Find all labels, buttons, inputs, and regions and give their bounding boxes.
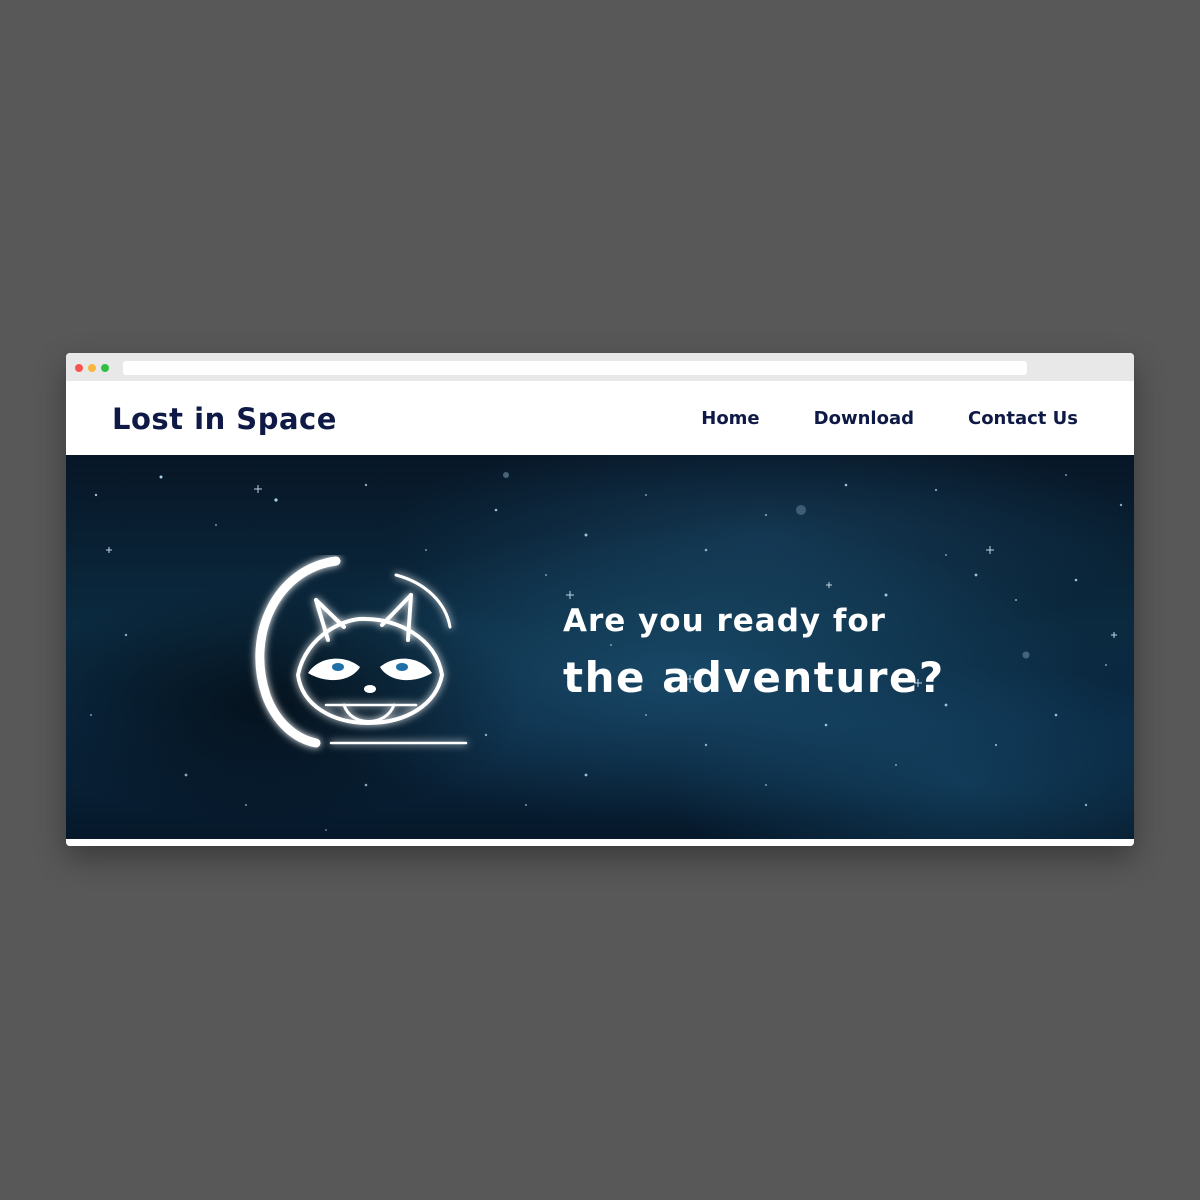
raccoon-astronaut-icon (255, 556, 468, 748)
starfield (90, 472, 1123, 831)
nav-contact-link[interactable]: Contact Us (968, 408, 1078, 429)
close-window-button[interactable] (75, 364, 83, 372)
hero-banner: Are you ready for the adventure? (66, 455, 1134, 839)
site-header: Lost in Space Home Download Contact Us (66, 381, 1134, 455)
nav-home-link[interactable]: Home (701, 408, 759, 429)
address-bar[interactable] (123, 361, 1027, 375)
minimize-window-button[interactable] (88, 364, 96, 372)
site-logo[interactable]: Lost in Space (112, 402, 337, 436)
hero-headline-line1: Are you ready for (563, 603, 886, 639)
browser-window: Lost in Space Home Download Contact Us A… (66, 353, 1134, 846)
maximize-window-button[interactable] (101, 364, 109, 372)
browser-chrome (66, 353, 1134, 381)
bottom-strip (66, 839, 1134, 846)
hero-headline-line2: the adventure? (563, 653, 945, 702)
nav-download-link[interactable]: Download (814, 408, 914, 429)
main-nav: Home Download Contact Us (701, 408, 1078, 429)
